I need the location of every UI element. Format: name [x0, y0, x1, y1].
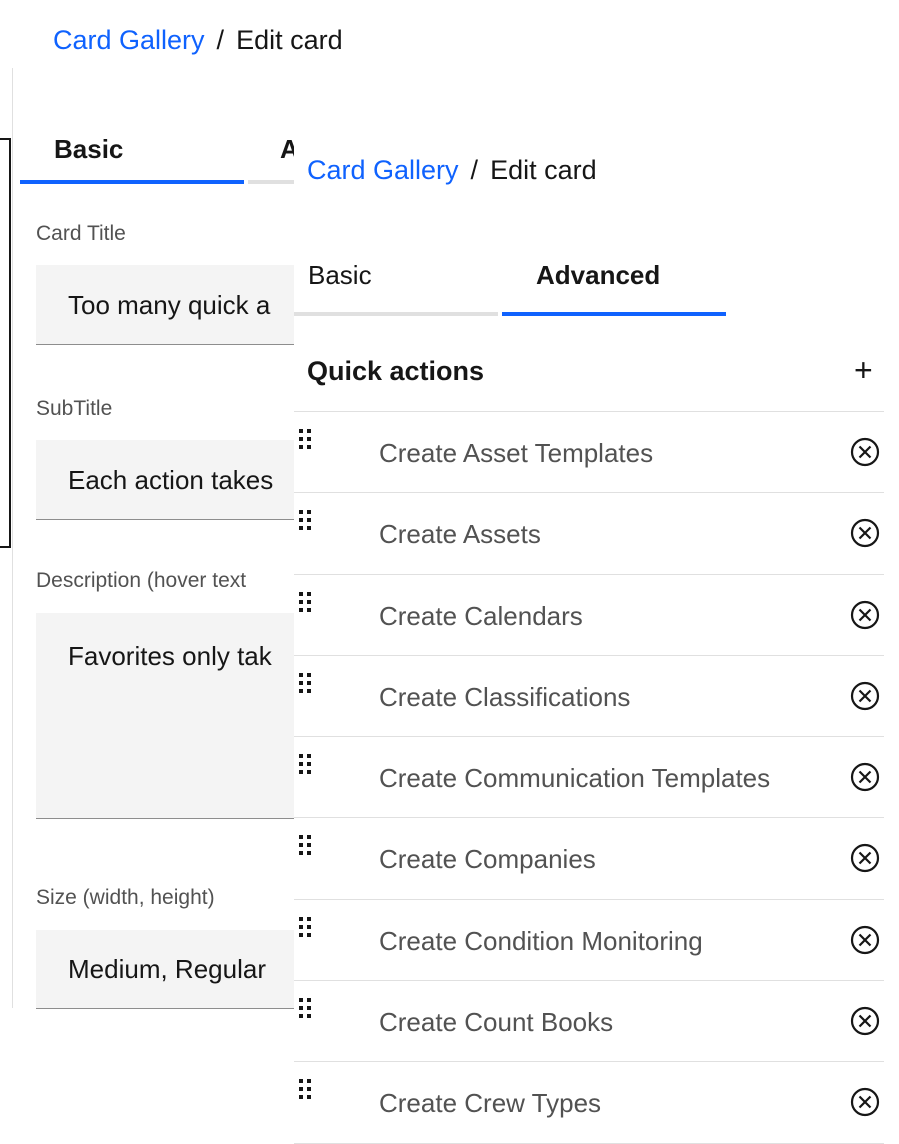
close-outline-icon[interactable]	[849, 761, 881, 793]
close-outline-icon[interactable]	[849, 924, 881, 956]
selection-outline	[0, 138, 11, 548]
quick-actions-title: Quick actions	[307, 356, 485, 386]
panel-divider	[12, 68, 13, 1008]
drag-handle-icon[interactable]	[298, 509, 312, 531]
close-outline-icon[interactable]	[849, 1086, 881, 1118]
breadcrumb-current: Edit card	[236, 25, 343, 55]
card-editor-panel: Card Gallery / Edit card Basic Advanced Qu…	[294, 130, 899, 1144]
quick-action-label: Create Classifications	[379, 681, 631, 712]
quick-action-label: Create Condition Monitoring	[379, 925, 703, 956]
description-label: Description (hover text	[36, 569, 247, 592]
breadcrumb-current: Edit card	[490, 155, 597, 185]
subtitle-label: SubTitle	[36, 397, 113, 420]
subtitle-input[interactable]: Each action takes	[36, 440, 294, 520]
size-dropdown[interactable]: Medium, Regular	[36, 930, 294, 1009]
drag-handle-icon[interactable]	[298, 834, 312, 856]
quick-actions-list: Create Asset Templates Create Assets Cre…	[294, 412, 884, 1144]
quick-action-label: Create Asset Templates	[379, 438, 654, 468]
quick-action-label: Create Crew Types	[379, 1088, 602, 1119]
list-item: Create Classifications	[294, 656, 884, 738]
quick-action-label: Create Count Books	[379, 1007, 614, 1038]
drag-handle-icon[interactable]	[298, 916, 312, 938]
breadcrumb: Card Gallery / Edit card	[53, 25, 343, 56]
quick-actions-header: Quick actions +	[294, 352, 884, 412]
breadcrumb-link-card-gallery[interactable]: Card Gallery	[307, 155, 459, 185]
breadcrumb-link-card-gallery[interactable]: Card Gallery	[53, 25, 205, 55]
list-item: Create Condition Monitoring	[294, 900, 884, 982]
close-outline-icon[interactable]	[849, 436, 881, 468]
drag-handle-icon[interactable]	[298, 672, 312, 694]
description-textarea[interactable]: Favorites only tak	[36, 613, 294, 819]
list-item: Create Assets	[294, 493, 884, 575]
tab-basic[interactable]: Basic	[20, 134, 244, 184]
close-outline-icon[interactable]	[849, 842, 881, 874]
quick-action-label: Create Calendars	[379, 600, 583, 631]
tab-basic[interactable]: Basic	[294, 260, 498, 316]
list-item: Create Crew Types	[294, 1062, 884, 1144]
close-outline-icon[interactable]	[849, 517, 881, 549]
drag-handle-icon[interactable]	[298, 1078, 312, 1100]
breadcrumb-separator: /	[470, 155, 479, 185]
list-item: Create Companies	[294, 818, 884, 900]
list-item: Create Communication Templates	[294, 737, 884, 819]
list-item: Create Calendars	[294, 575, 884, 656]
breadcrumb: Card Gallery / Edit card	[307, 155, 597, 186]
quick-action-label: Create Assets	[379, 519, 541, 550]
close-outline-icon[interactable]	[849, 599, 881, 631]
drag-handle-icon[interactable]	[298, 591, 312, 613]
tab-advanced[interactable]: A	[248, 134, 294, 184]
tab-advanced[interactable]: Advanced	[502, 260, 726, 316]
drag-handle-icon[interactable]	[298, 428, 312, 450]
quick-action-label: Create Communication Templates	[379, 763, 771, 794]
drag-handle-icon[interactable]	[298, 997, 312, 1019]
drag-handle-icon[interactable]	[298, 753, 312, 775]
breadcrumb-separator: /	[216, 25, 225, 55]
close-outline-icon[interactable]	[849, 680, 881, 712]
list-item: Create Asset Templates	[294, 412, 884, 494]
size-label: Size (width, height)	[36, 886, 215, 909]
add-icon[interactable]: +	[854, 352, 873, 389]
list-item: Create Count Books	[294, 981, 884, 1063]
card-title-label: Card Title	[36, 222, 126, 245]
close-outline-icon[interactable]	[849, 1005, 881, 1037]
card-title-input[interactable]: Too many quick a	[36, 265, 294, 345]
quick-action-label: Create Companies	[379, 844, 596, 875]
